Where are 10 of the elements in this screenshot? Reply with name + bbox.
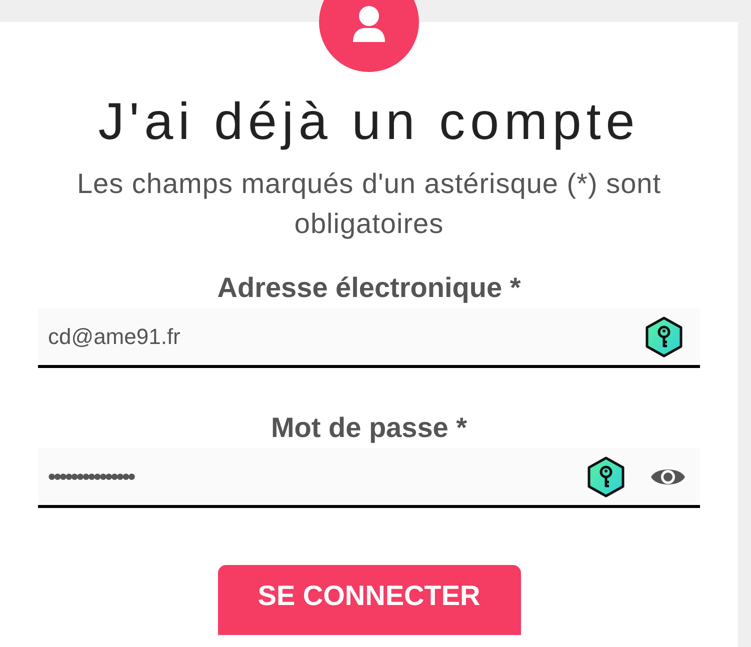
email-input[interactable]: cd@ame91.fr — [48, 320, 620, 353]
password-field[interactable]: ••••••••••••••• — [38, 448, 700, 508]
page-title: J'ai déjà un compte — [98, 92, 640, 152]
login-button[interactable]: SE CONNECTER — [218, 565, 520, 635]
required-note: Les champs marqués d'un astérisque (*) sont obligatoires — [76, 167, 662, 241]
field-label: Adresse électronique * — [217, 271, 521, 305]
password-input[interactable]: ••••••••••••••• — [48, 460, 562, 493]
user-icon — [351, 6, 387, 44]
field-label: Mot de passe * — [270, 411, 468, 445]
email-field[interactable]: cd@ame91.fr — [38, 308, 700, 368]
